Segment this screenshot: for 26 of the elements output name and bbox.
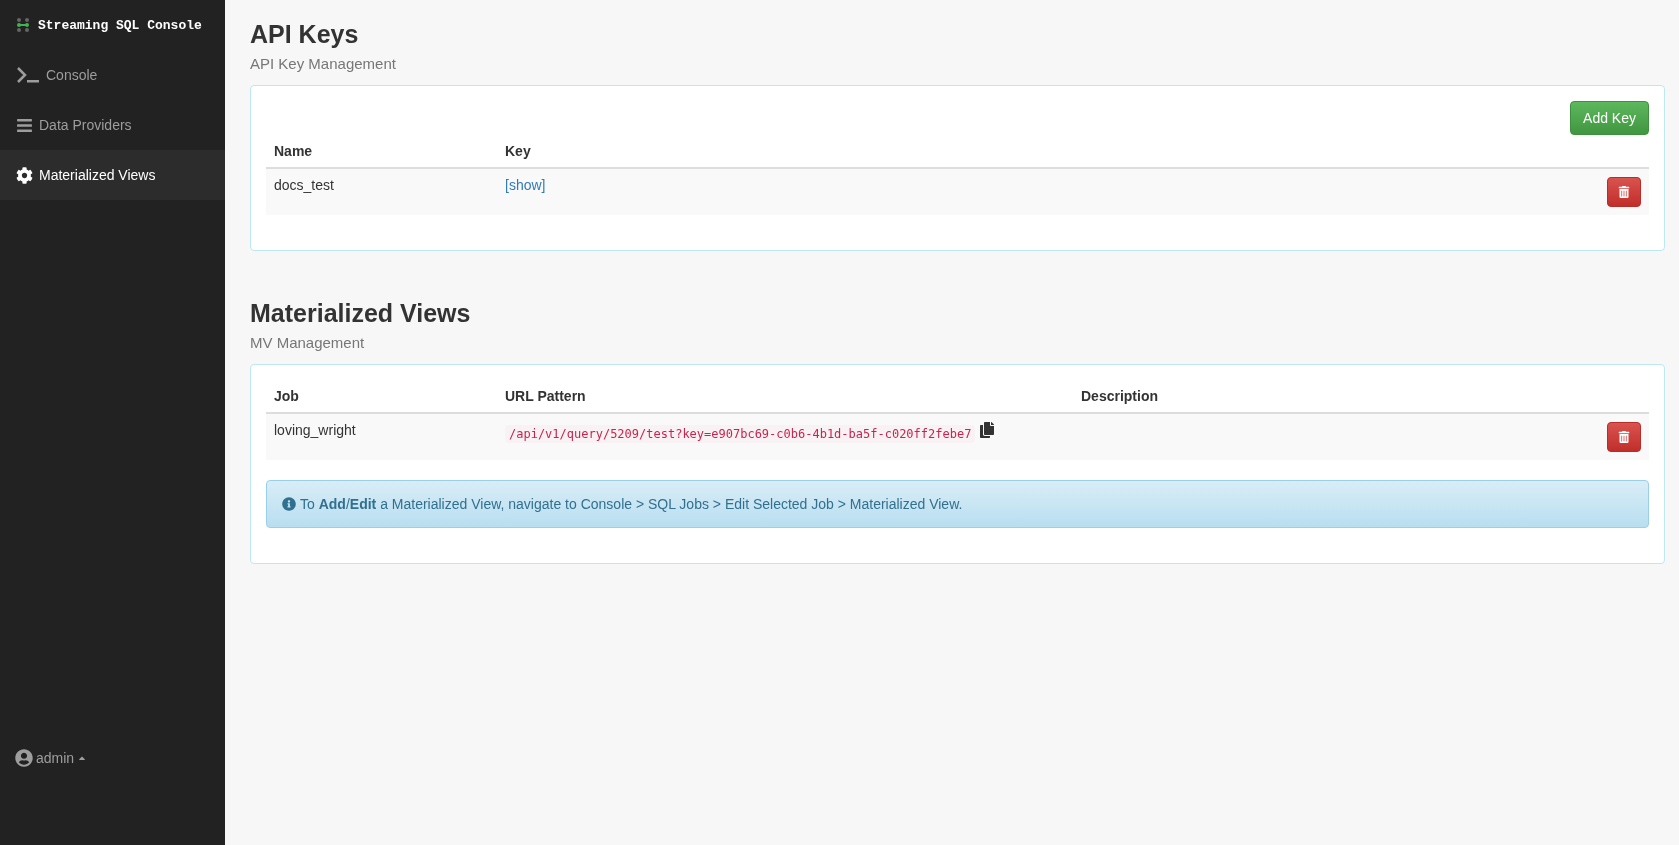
sidebar-item[interactable]: Materialized Views xyxy=(0,150,225,200)
show-key-link[interactable]: [show] xyxy=(505,177,546,193)
table-cell: loving_wright xyxy=(266,413,497,460)
trash-icon xyxy=(1618,431,1630,443)
settings-icon xyxy=(16,166,33,184)
section-subtitle: MV Management xyxy=(250,334,366,351)
app-title: Streaming SQL Console xyxy=(38,17,202,33)
info-icon xyxy=(282,497,296,511)
user-menu[interactable]: admin xyxy=(15,749,225,767)
terminal-prompt-icon xyxy=(16,66,40,84)
section-subtitle: API Key Management xyxy=(250,55,397,72)
sidebar-item[interactable]: Data Providers xyxy=(0,100,225,150)
sidebar-item[interactable]: Console xyxy=(0,50,225,100)
logo-icon xyxy=(16,18,30,32)
section-title: API Keys xyxy=(250,20,360,49)
url-pattern: /api/v1/query/5209/test?key=e907bc69-c0b6-4b1d-ba5f-c020ff2febe7 xyxy=(505,425,976,443)
table-cell: docs_test xyxy=(266,168,497,215)
delete-button[interactable] xyxy=(1607,422,1641,452)
copy-icon[interactable] xyxy=(979,422,996,438)
user-icon xyxy=(15,749,33,767)
info-message: To Add/Edit a Materialized View, navigate to Console > SQL Jobs > Edit Selected Job > Materialized View. xyxy=(300,496,963,512)
delete-button[interactable] xyxy=(1607,177,1641,207)
menu-icon xyxy=(16,116,33,134)
trash-icon xyxy=(1618,186,1630,198)
add-key-button[interactable]: Add Key xyxy=(1570,101,1649,135)
section-title: Materialized Views xyxy=(250,299,472,328)
